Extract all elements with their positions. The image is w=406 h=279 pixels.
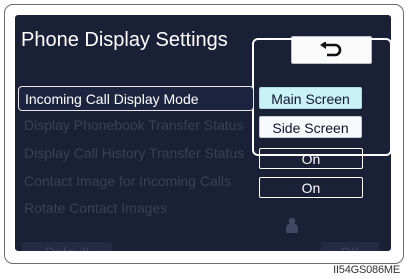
figure-frame: Phone Display Settings Incoming Call Dis…	[4, 4, 404, 264]
setting-incoming-call-display-mode[interactable]: Incoming Call Display Mode	[18, 86, 254, 111]
option-main-screen[interactable]: Main Screen	[259, 87, 362, 109]
setting-display-phonebook-transfer-status[interactable]: Display Phonebook Transfer Status	[18, 113, 254, 138]
default-button[interactable]: Default	[22, 242, 112, 251]
setting-rotate-contact-images[interactable]: Rotate Contact Images	[18, 196, 254, 221]
option-side-screen[interactable]: Side Screen	[259, 116, 362, 138]
contact-image-value[interactable]: On	[259, 177, 363, 198]
ok-button[interactable]: OK	[321, 242, 379, 251]
display-screen: Phone Display Settings Incoming Call Dis…	[15, 15, 391, 251]
figure-code: II54GS086ME	[333, 264, 400, 276]
setting-contact-image-incoming-calls[interactable]: Contact Image for Incoming Calls	[18, 169, 254, 194]
call-history-value[interactable]: On	[259, 148, 363, 169]
setting-display-call-history-transfer-status[interactable]: Display Call History Transfer Status	[18, 141, 254, 166]
person-icon	[286, 217, 298, 233]
page-title: Phone Display Settings	[21, 29, 228, 51]
